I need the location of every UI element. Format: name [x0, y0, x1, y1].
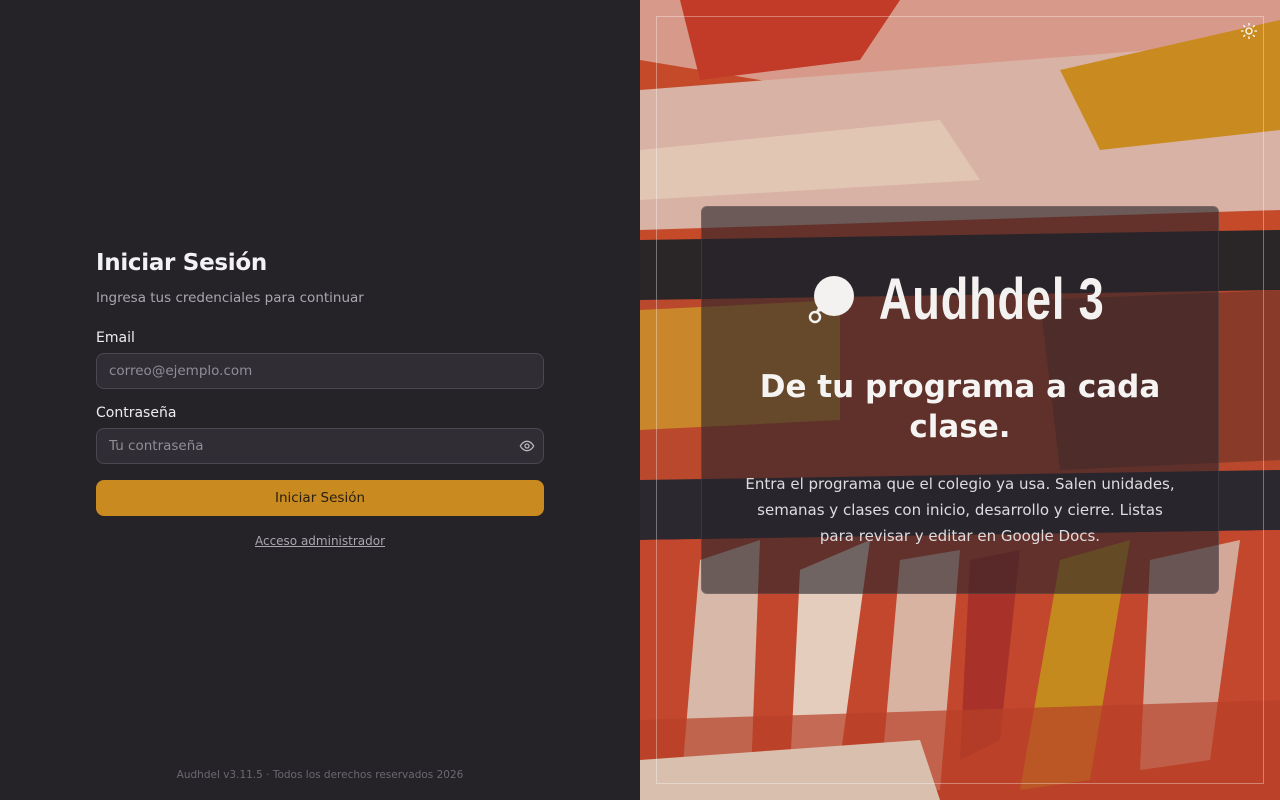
- password-field[interactable]: [97, 429, 543, 463]
- hero-card: Audhdel 3 De tu programa a cada clase. E…: [701, 206, 1219, 594]
- footer-text: Audhdel v3.11.5 · Todos los derechos res…: [176, 769, 464, 781]
- hero-headline: De tu programa a cada clase.: [759, 369, 1161, 445]
- speech-bubble-icon: [809, 276, 855, 324]
- email-field[interactable]: [97, 354, 543, 388]
- brand-name: Audhdel 3: [879, 266, 1105, 332]
- hero-panel: Audhdel 3 De tu programa a cada clase. E…: [640, 0, 1280, 800]
- password-field-wrapper: [96, 428, 544, 464]
- admin-access-link[interactable]: Acceso administrador: [96, 534, 544, 548]
- brand: Audhdel 3: [702, 266, 1218, 332]
- eye-icon[interactable]: [519, 438, 535, 454]
- page-title: Iniciar Sesión: [96, 250, 267, 276]
- hero-description: Entra el programa que el colegio ya usa.…: [745, 475, 1175, 545]
- login-panel: Iniciar Sesión Ingresa tus credenciales …: [0, 0, 640, 800]
- password-label: Contraseña: [96, 405, 177, 421]
- login-form: Iniciar Sesión Ingresa tus credenciales …: [96, 250, 544, 548]
- login-button[interactable]: Iniciar Sesión: [96, 480, 544, 516]
- sun-icon[interactable]: [1240, 22, 1258, 40]
- page-subtitle: Ingresa tus credenciales para continuar: [96, 290, 364, 306]
- email-field-wrapper: [96, 353, 544, 389]
- email-label: Email: [96, 330, 135, 346]
